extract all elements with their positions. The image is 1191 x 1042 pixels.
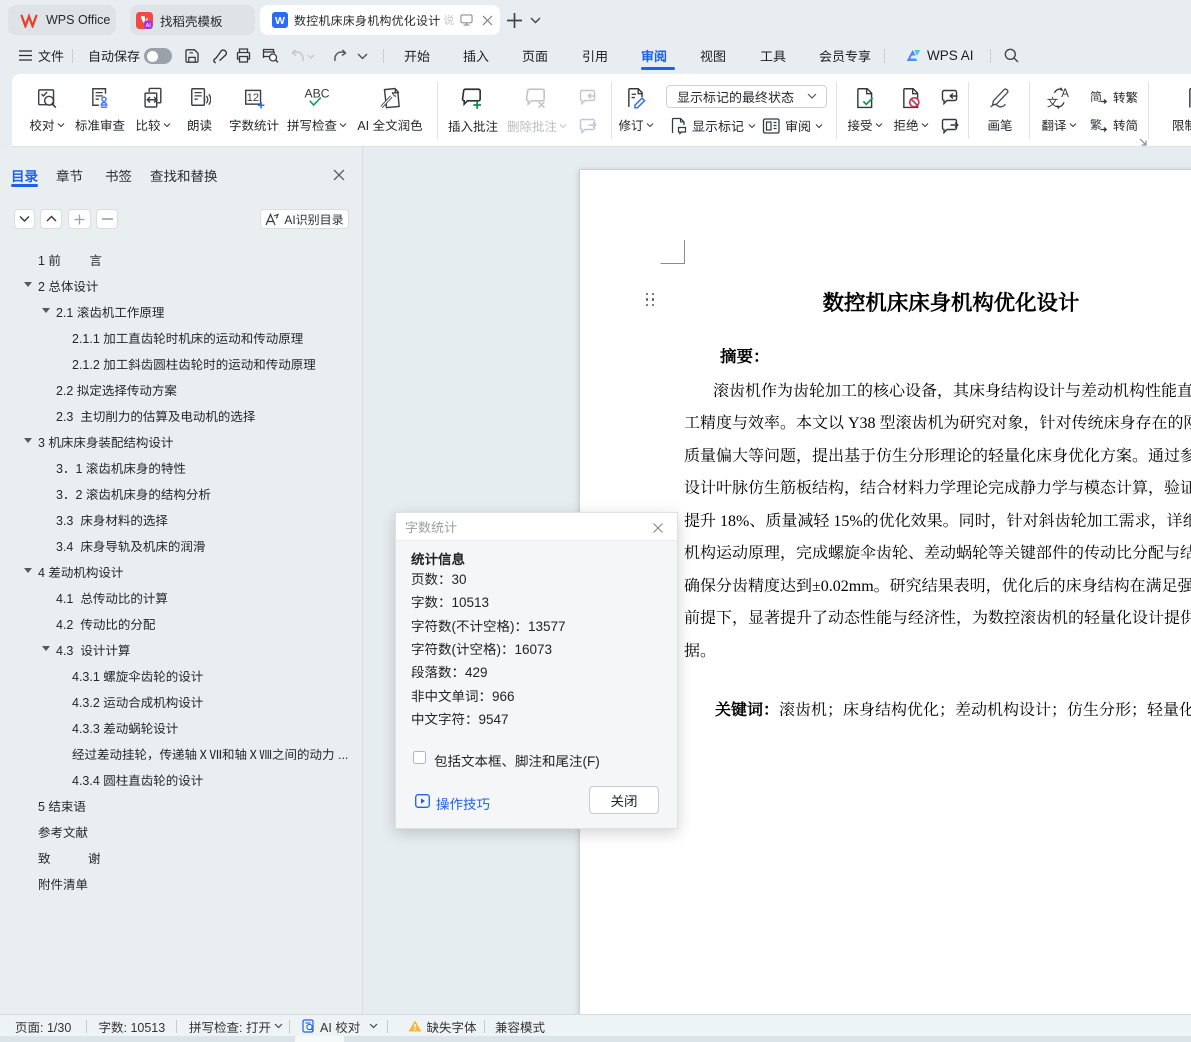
- svg-text:ABC: ABC: [305, 87, 330, 100]
- svg-text:12: 12: [246, 92, 258, 104]
- svg-text:简: 简: [1090, 90, 1102, 104]
- svg-text:繁: 繁: [1090, 118, 1102, 132]
- svg-text:W: W: [275, 15, 285, 27]
- svg-text:文: 文: [1047, 96, 1059, 109]
- svg-text:AI: AI: [146, 23, 152, 29]
